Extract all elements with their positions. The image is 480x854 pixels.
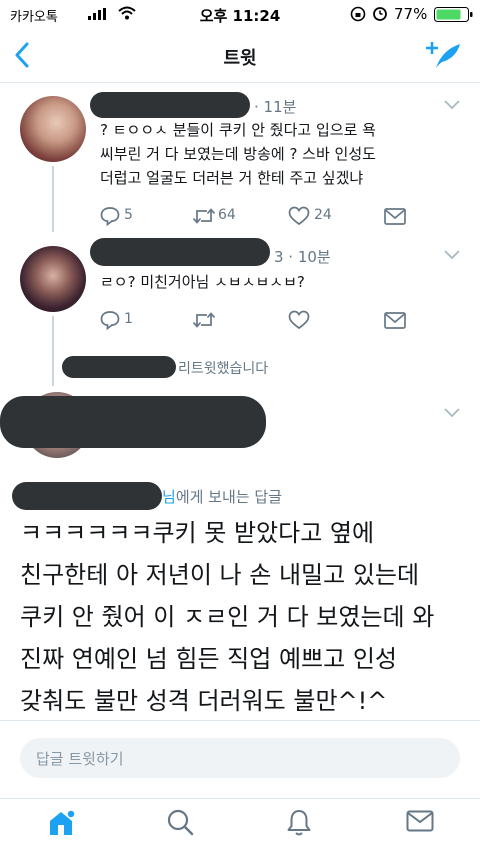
tweet-time: 3 · 10분 [274, 248, 331, 266]
tweet-text-line: ㄹㅇ? 미친거아님 ㅅㅂㅅㅂㅅㅂ? [100, 273, 305, 291]
reply-icon[interactable] [100, 206, 120, 226]
chevron-down-icon[interactable] [444, 100, 460, 110]
like-count: 24 [314, 207, 332, 223]
redacted-username [0, 396, 266, 448]
battery-percent: 77% [394, 5, 428, 23]
battery-icon [434, 7, 473, 22]
reply-count: 5 [124, 207, 133, 223]
like-action[interactable]: 24 [288, 206, 358, 228]
divider [0, 798, 480, 799]
tab-bar [0, 798, 480, 854]
main-tweet-text: ㅋㅋㅋㅋㅋㅋ쿠키 못 받았다고 옆에 친구한테 아 저년이 나 손 내밀고 있는… [20, 512, 470, 722]
main-tweet-text-line: ㅋㅋㅋㅋㅋㅋ쿠키 못 받았다고 옆에 [20, 519, 375, 547]
main-tweet-text-line: 진짜 연예인 넘 힘든 직업 예쁘고 인성 [20, 645, 397, 673]
reply-target-name[interactable]: 님 [162, 488, 176, 506]
reply-input[interactable]: 답글 트윗하기 [20, 738, 460, 778]
messages-icon[interactable] [406, 810, 434, 832]
divider [0, 720, 480, 721]
alarm-icon [373, 7, 387, 21]
search-icon[interactable] [166, 808, 194, 838]
tweet-text-line: ? ㅌㅇㅇㅅ 분들이 쿠키 안 줬다고 입으로 욕 [100, 121, 376, 139]
redacted-retweeter [62, 356, 176, 378]
home-icon[interactable] [46, 808, 76, 838]
retweet-action[interactable]: 64 [192, 206, 272, 228]
tweet[interactable]: 3 · 10분 ㄹㅇ? 미친거아님 ㅅㅂㅅㅂㅅㅂ? 1 [0, 234, 480, 344]
reply-input-placeholder: 답글 트윗하기 [36, 750, 124, 768]
tweet-time: · 11분 [254, 98, 297, 116]
message-icon[interactable] [384, 208, 406, 226]
retweet-icon[interactable] [192, 206, 216, 226]
notifications-icon[interactable] [286, 808, 312, 838]
retweet-icon[interactable] [192, 310, 216, 330]
nav-bar: 트윗 [0, 28, 480, 83]
reply-action[interactable]: 1 [100, 310, 160, 332]
reply-to-label: 에게 보내는 답글 [175, 488, 282, 506]
chevron-down-icon[interactable] [444, 408, 460, 418]
message-icon[interactable] [384, 312, 406, 330]
status-bar: 카카오톡 오후 11:24 77% [0, 0, 480, 28]
page-title: 트윗 [223, 48, 257, 69]
rotation-lock-icon [350, 6, 366, 22]
thread-line [52, 316, 54, 386]
reply-count: 1 [124, 311, 133, 327]
redacted-username [90, 92, 250, 118]
tweet-text-line: 씨부린 거 다 보였는데 방송에 ? 스바 인성도 [100, 145, 376, 163]
reply-to-header: 님에게 보내는 답글 [162, 486, 282, 507]
heart-icon[interactable] [288, 310, 310, 330]
tweet-text-line: 더럽고 얼굴도 더러븐 거 한테 주고 싶겠냐 [100, 169, 364, 187]
reply-action[interactable]: 5 [100, 206, 170, 228]
compose-tweet-icon[interactable] [426, 40, 462, 70]
main-tweet-text-line: 갖춰도 불만 성격 더러워도 불만^!^ [20, 687, 388, 715]
thread-line [52, 166, 54, 232]
main-tweet-text-line: 쿠키 안 줬어 이 ㅈㄹ인 거 다 보였는데 와 [20, 603, 435, 631]
retweet-count: 64 [218, 207, 236, 223]
heart-icon[interactable] [288, 206, 310, 226]
main-tweet-text-line: 친구한테 아 저년이 나 손 내밀고 있는데 [20, 561, 420, 589]
tweet-text: ㄹㅇ? 미친거아님 ㅅㅂㅅㅂㅅㅂ? [100, 270, 470, 294]
retweeted-label: 리트윗했습니다 [178, 361, 269, 377]
chevron-down-icon[interactable] [444, 250, 460, 260]
redacted-reply-target [12, 482, 162, 510]
redacted-username [90, 238, 270, 266]
avatar[interactable] [20, 246, 86, 312]
reply-icon[interactable] [100, 310, 120, 330]
tweet-text: ? ㅌㅇㅇㅅ 분들이 쿠키 안 줬다고 입으로 욕 씨부린 거 다 보였는데 방… [100, 118, 470, 190]
tweet[interactable]: · 11분 ? ㅌㅇㅇㅅ 분들이 쿠키 안 줬다고 입으로 욕 씨부린 거 다 … [0, 84, 480, 234]
avatar[interactable] [20, 96, 86, 162]
